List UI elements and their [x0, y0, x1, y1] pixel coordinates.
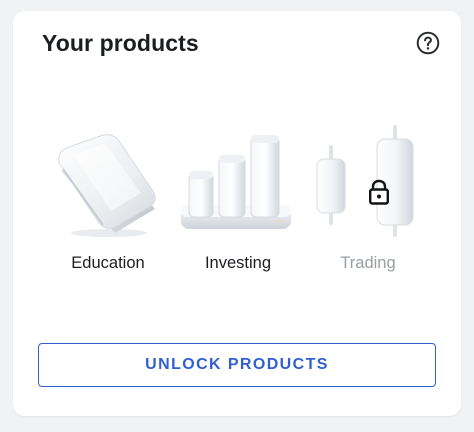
book-icon	[43, 121, 173, 243]
help-icon[interactable]	[416, 31, 440, 55]
unlock-products-button[interactable]: UNLOCK PRODUCTS	[38, 343, 436, 387]
product-label: Trading	[340, 254, 396, 272]
bar-chart-icon	[173, 121, 303, 243]
products-card: Your products Education Investing Tradin…	[13, 11, 461, 416]
product-label: Investing	[204, 254, 272, 272]
lock-icon	[368, 178, 390, 206]
product-investing[interactable]: Investing	[173, 121, 303, 291]
product-education[interactable]: Education	[43, 121, 173, 291]
product-trading[interactable]: Trading	[303, 121, 433, 291]
product-label: Education	[71, 254, 145, 272]
card-title: Your products	[42, 30, 199, 56]
